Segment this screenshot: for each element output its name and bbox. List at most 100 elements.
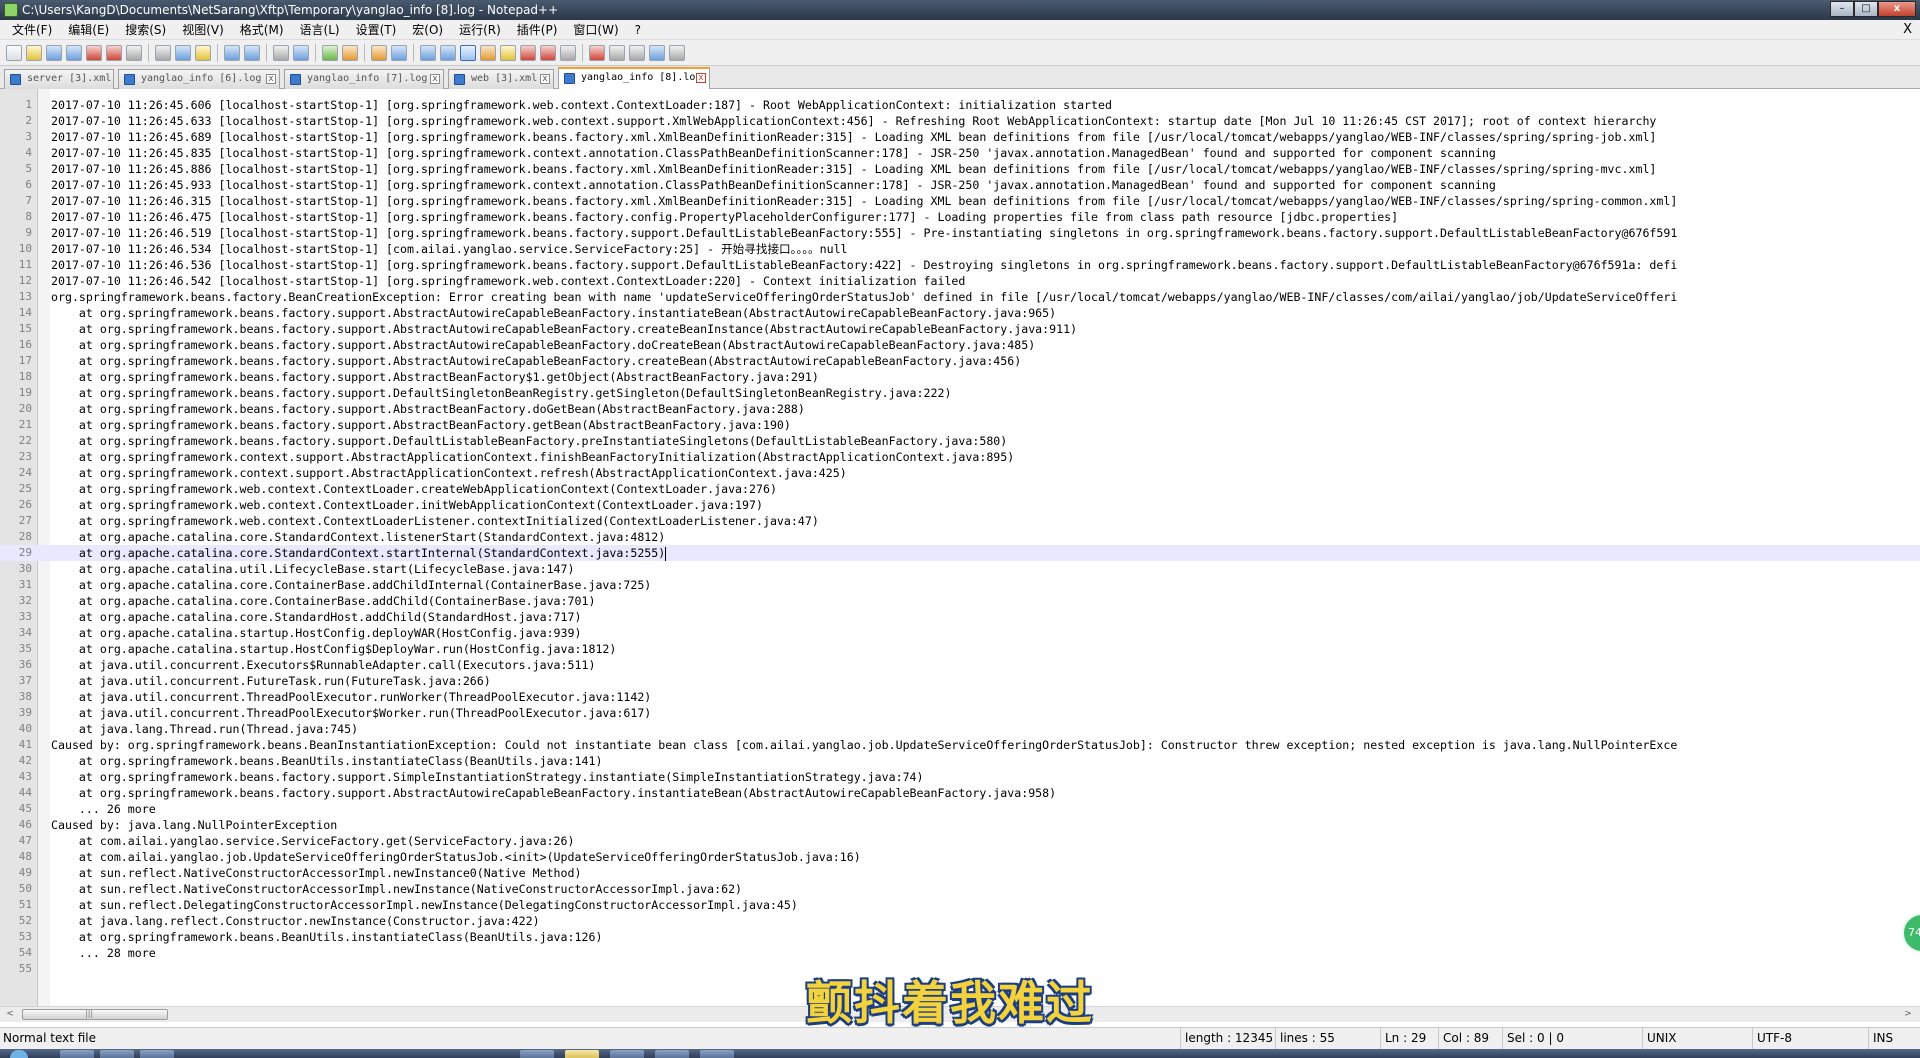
line-text[interactable]: at java.lang.Thread.run(Thread.java:745) (51, 721, 358, 737)
text-line[interactable]: 46 Caused by: java.lang.NullPointerExcept… (0, 817, 1920, 833)
scrollbar-thumb[interactable]: ||| (22, 1009, 168, 1020)
line-text[interactable]: at org.springframework.beans.BeanUtils.i… (51, 929, 603, 945)
tab-close-icon[interactable]: x (266, 74, 276, 84)
text-lines[interactable]: 1 2017-07-10 11:26:45.606 [localhost-star… (0, 97, 1920, 977)
line-text[interactable]: at sun.reflect.DelegatingConstructorAcce… (51, 897, 798, 913)
replace-icon[interactable] (293, 44, 309, 61)
line-text[interactable]: at org.springframework.beans.factory.sup… (51, 337, 1035, 353)
cut-icon[interactable] (155, 44, 171, 61)
current-line[interactable]: 29 at org.apache.catalina.core.StandardC… (0, 545, 1920, 561)
user-language-icon[interactable] (480, 44, 496, 61)
menu-edit[interactable]: 编辑(E) (60, 21, 117, 39)
open-file-icon[interactable] (26, 44, 42, 61)
line-text[interactable]: 2017-07-10 11:26:45.886 [localhost-start… (51, 161, 1656, 177)
taskbar-app[interactable] (655, 1050, 689, 1058)
editor-area[interactable]: 1 2017-07-10 11:26:45.606 [localhost-star… (0, 89, 1920, 1006)
text-line[interactable]: 7 2017-07-10 11:26:46.315 [localhost-star… (0, 193, 1920, 209)
line-text[interactable]: at java.lang.reflect.Constructor.newInst… (51, 913, 540, 929)
text-line[interactable]: 36 at java.util.concurrent.Executors$Run… (0, 657, 1920, 673)
notepad-plus-plus-icon[interactable] (4, 3, 18, 17)
line-text[interactable]: at org.springframework.beans.factory.sup… (51, 369, 819, 385)
menu-search[interactable]: 搜索(S) (117, 21, 174, 39)
line-text[interactable]: at org.springframework.context.support.A… (51, 449, 1014, 465)
line-text[interactable]: 2017-07-10 11:26:46.315 [localhost-start… (51, 193, 1677, 209)
tab-yanglao-info-6-log[interactable]: yanglao_info [6].log x (118, 69, 280, 89)
menu-file[interactable]: 文件(F) (4, 21, 60, 39)
tab-yanglao-info-7-log[interactable]: yanglao_info [7].log x (284, 69, 444, 89)
line-text[interactable]: 2017-07-10 11:26:46.519 [localhost-start… (51, 225, 1677, 241)
status-insert-mode[interactable]: INS (1868, 1028, 1920, 1049)
line-text[interactable]: at org.springframework.beans.factory.sup… (51, 353, 1021, 369)
close-button[interactable]: x (1878, 1, 1916, 17)
maximize-button[interactable]: □ (1854, 1, 1878, 17)
taskbar-app[interactable] (100, 1050, 134, 1058)
tab-close-icon[interactable]: x (696, 73, 706, 83)
taskbar-app-notepad[interactable] (565, 1050, 599, 1058)
line-text[interactable]: 2017-07-10 11:26:46.542 [localhost-start… (51, 273, 965, 289)
tab-close-icon[interactable]: x (540, 74, 550, 84)
text-line[interactable]: 14 at org.springframework.beans.factory.… (0, 305, 1920, 321)
text-line[interactable]: 52 at java.lang.reflect.Constructor.newI… (0, 913, 1920, 929)
line-text[interactable]: at org.springframework.context.support.A… (51, 465, 847, 481)
line-text[interactable]: at java.util.concurrent.Executors$Runnab… (51, 657, 596, 673)
text-line[interactable]: 42 at org.springframework.beans.BeanUtil… (0, 753, 1920, 769)
line-text[interactable]: 2017-07-10 11:26:46.536 [localhost-start… (51, 257, 1677, 273)
show-all-chars-icon[interactable] (440, 44, 456, 61)
folder-workspace-icon[interactable] (540, 44, 556, 61)
word-wrap-icon[interactable] (420, 44, 436, 61)
text-line[interactable]: 21 at org.springframework.beans.factory.… (0, 417, 1920, 433)
text-line[interactable]: 8 2017-07-10 11:26:46.475 [localhost-star… (0, 209, 1920, 225)
text-line[interactable]: 11 2017-07-10 11:26:46.536 [localhost-sta… (0, 257, 1920, 273)
line-text[interactable]: at sun.reflect.NativeConstructorAccessor… (51, 865, 582, 881)
taskbar-app[interactable] (610, 1050, 644, 1058)
line-text[interactable]: at org.apache.catalina.core.StandardHost… (51, 609, 582, 625)
line-text[interactable]: 2017-07-10 11:26:45.606 [localhost-start… (51, 97, 1112, 113)
run-macro-multiple-icon[interactable] (649, 44, 665, 61)
text-line[interactable]: 33 at org.apache.catalina.core.StandardH… (0, 609, 1920, 625)
menu-help[interactable]: ? (627, 21, 649, 39)
line-text[interactable]: Caused by: java.lang.NullPointerExceptio… (51, 817, 337, 833)
menu-macro[interactable]: 宏(O) (404, 21, 451, 39)
menu-run[interactable]: 运行(R) (451, 21, 509, 39)
close-document-icon[interactable]: X (1903, 21, 1912, 39)
menu-view[interactable]: 视图(V) (174, 21, 232, 39)
taskbar-app[interactable] (140, 1050, 174, 1058)
line-text[interactable]: at com.ailai.yanglao.job.UpdateServiceOf… (51, 849, 861, 865)
tab-yanglao-info-8-log[interactable]: yanglao_info [8].log x (558, 67, 710, 89)
text-line[interactable]: 23 at org.springframework.context.suppor… (0, 449, 1920, 465)
line-text[interactable]: at com.ailai.yanglao.service.ServiceFact… (51, 833, 575, 849)
line-text[interactable]: at org.apache.catalina.core.ContainerBas… (51, 593, 596, 609)
zoom-out-icon[interactable] (342, 44, 358, 61)
redo-icon[interactable] (244, 44, 260, 61)
text-line[interactable]: 17 at org.springframework.beans.factory.… (0, 353, 1920, 369)
zoom-in-icon[interactable] (322, 44, 338, 61)
menu-plugins[interactable]: 插件(P) (509, 21, 566, 39)
line-text[interactable]: 2017-07-10 11:26:45.835 [localhost-start… (51, 145, 1496, 161)
text-line[interactable]: 4 2017-07-10 11:26:45.835 [localhost-star… (0, 145, 1920, 161)
text-line[interactable]: 20 at org.springframework.beans.factory.… (0, 401, 1920, 417)
line-text[interactable]: ... 28 more (51, 945, 156, 961)
print-icon[interactable] (126, 44, 142, 61)
line-text[interactable]: at java.util.concurrent.FutureTask.run(F… (51, 673, 491, 689)
save-icon[interactable] (46, 44, 62, 61)
text-line[interactable]: 12 2017-07-10 11:26:46.542 [localhost-sta… (0, 273, 1920, 289)
line-text[interactable]: at org.springframework.beans.factory.sup… (51, 785, 1056, 801)
close-icon[interactable] (86, 44, 102, 61)
indent-guide-icon[interactable] (460, 44, 476, 61)
line-text[interactable]: at org.springframework.beans.factory.sup… (51, 305, 1056, 321)
sync-vertical-icon[interactable] (371, 44, 387, 61)
line-text[interactable]: 2017-07-10 11:26:45.933 [localhost-start… (51, 177, 1496, 193)
minimize-button[interactable]: – (1830, 1, 1854, 17)
text-line[interactable]: 48 at com.ailai.yanglao.job.UpdateServic… (0, 849, 1920, 865)
text-line[interactable]: 38 at java.util.concurrent.ThreadPoolExe… (0, 689, 1920, 705)
text-line[interactable]: 27 at org.springframework.web.context.Co… (0, 513, 1920, 529)
text-line[interactable]: 50 at sun.reflect.NativeConstructorAcces… (0, 881, 1920, 897)
text-line[interactable]: 28 at org.apache.catalina.core.StandardC… (0, 529, 1920, 545)
menu-language[interactable]: 语言(L) (292, 21, 348, 39)
playback-macro-icon[interactable] (629, 44, 645, 61)
scroll-left-icon[interactable]: < (4, 1009, 16, 1020)
text-line[interactable]: 18 at org.springframework.beans.factory.… (0, 369, 1920, 385)
line-text[interactable]: ... 26 more (51, 801, 156, 817)
tab-server-3-xml[interactable]: server [3].xml (4, 69, 114, 89)
menu-settings[interactable]: 设置(T) (348, 21, 405, 39)
